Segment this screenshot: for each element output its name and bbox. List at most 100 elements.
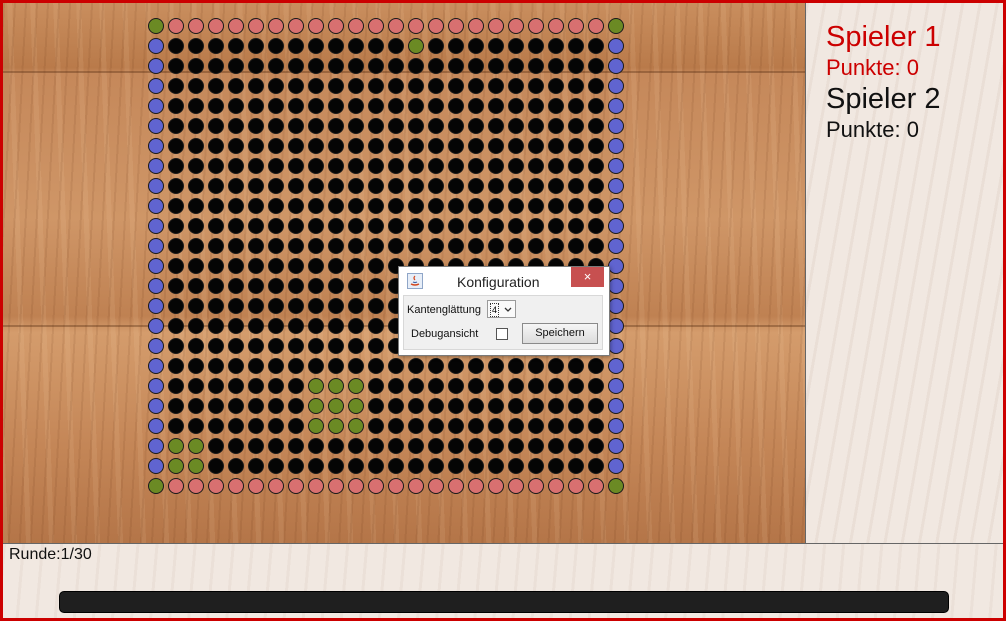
board-cell[interactable] xyxy=(208,258,224,274)
board-cell[interactable] xyxy=(208,58,224,74)
board-cell[interactable] xyxy=(208,378,224,394)
board-cell[interactable] xyxy=(248,298,264,314)
board-cell[interactable] xyxy=(368,78,384,94)
board-cell[interactable] xyxy=(368,238,384,254)
board-cell[interactable] xyxy=(448,138,464,154)
edge-cell-red[interactable] xyxy=(348,18,364,34)
board-cell[interactable] xyxy=(168,218,184,234)
edge-cell-blue[interactable] xyxy=(608,158,624,174)
board-cell[interactable] xyxy=(468,98,484,114)
board-cell[interactable] xyxy=(208,318,224,334)
board-cell[interactable] xyxy=(488,398,504,414)
board-cell[interactable] xyxy=(488,198,504,214)
board-cell[interactable] xyxy=(308,358,324,374)
board-cell[interactable] xyxy=(568,398,584,414)
edge-cell-red[interactable] xyxy=(228,478,244,494)
board-cell[interactable] xyxy=(228,218,244,234)
board-cell[interactable] xyxy=(468,58,484,74)
board-cell[interactable] xyxy=(328,158,344,174)
board-cell[interactable] xyxy=(488,118,504,134)
edge-cell-red[interactable] xyxy=(568,478,584,494)
board-cell[interactable] xyxy=(368,158,384,174)
board-cell[interactable] xyxy=(528,378,544,394)
edge-cell-blue[interactable] xyxy=(148,178,164,194)
board-cell[interactable] xyxy=(348,438,364,454)
edge-cell-blue[interactable] xyxy=(148,298,164,314)
board-cell[interactable] xyxy=(468,158,484,174)
board-cell[interactable] xyxy=(428,238,444,254)
board-cell[interactable] xyxy=(208,138,224,154)
board-cell[interactable] xyxy=(328,178,344,194)
board-cell[interactable] xyxy=(228,238,244,254)
board-cell[interactable] xyxy=(408,118,424,134)
edge-cell-red[interactable] xyxy=(288,18,304,34)
board-cell[interactable] xyxy=(228,378,244,394)
board-cell[interactable] xyxy=(368,138,384,154)
board-cell[interactable] xyxy=(268,58,284,74)
board-cell[interactable] xyxy=(468,78,484,94)
board-cell[interactable] xyxy=(288,38,304,54)
board-cell[interactable] xyxy=(508,378,524,394)
board-cell[interactable] xyxy=(208,218,224,234)
board-cell[interactable] xyxy=(528,78,544,94)
board-cell[interactable] xyxy=(188,358,204,374)
board-cell[interactable] xyxy=(348,58,364,74)
captured-cell[interactable] xyxy=(348,378,364,394)
board-cell[interactable] xyxy=(568,198,584,214)
board-cell[interactable] xyxy=(168,378,184,394)
board-cell[interactable] xyxy=(388,138,404,154)
board-cell[interactable] xyxy=(328,278,344,294)
board-cell[interactable] xyxy=(208,358,224,374)
board-cell[interactable] xyxy=(588,38,604,54)
edge-cell-blue[interactable] xyxy=(148,158,164,174)
edge-cell-red[interactable] xyxy=(568,18,584,34)
captured-cell[interactable] xyxy=(348,418,364,434)
edge-cell-red[interactable] xyxy=(428,18,444,34)
board-cell[interactable] xyxy=(308,258,324,274)
edge-cell-blue[interactable] xyxy=(148,258,164,274)
edge-cell-blue[interactable] xyxy=(148,78,164,94)
board-cell[interactable] xyxy=(388,118,404,134)
captured-cell[interactable] xyxy=(308,378,324,394)
board-cell[interactable] xyxy=(208,158,224,174)
board-cell[interactable] xyxy=(268,438,284,454)
edge-cell-blue[interactable] xyxy=(608,458,624,474)
board-cell[interactable] xyxy=(408,358,424,374)
board-cell[interactable] xyxy=(328,58,344,74)
captured-cell[interactable] xyxy=(188,438,204,454)
edge-cell-red[interactable] xyxy=(268,18,284,34)
board-cell[interactable] xyxy=(528,218,544,234)
board-cell[interactable] xyxy=(268,198,284,214)
board-cell[interactable] xyxy=(168,78,184,94)
edge-cell-red[interactable] xyxy=(448,478,464,494)
board-cell[interactable] xyxy=(388,378,404,394)
edge-cell-blue[interactable] xyxy=(148,38,164,54)
board-cell[interactable] xyxy=(428,418,444,434)
board-cell[interactable] xyxy=(568,138,584,154)
board-cell[interactable] xyxy=(448,358,464,374)
board-cell[interactable] xyxy=(448,178,464,194)
board-cell[interactable] xyxy=(208,438,224,454)
captured-cell[interactable] xyxy=(188,458,204,474)
board-cell[interactable] xyxy=(348,118,364,134)
edge-cell-blue[interactable] xyxy=(608,378,624,394)
board-cell[interactable] xyxy=(328,318,344,334)
board-cell[interactable] xyxy=(248,358,264,374)
board-cell[interactable] xyxy=(508,358,524,374)
edge-cell-blue[interactable] xyxy=(608,198,624,214)
board-cell[interactable] xyxy=(448,158,464,174)
board-cell[interactable] xyxy=(528,58,544,74)
board-cell[interactable] xyxy=(288,418,304,434)
board-cell[interactable] xyxy=(248,458,264,474)
board-cell[interactable] xyxy=(388,78,404,94)
board-cell[interactable] xyxy=(188,98,204,114)
board-cell[interactable] xyxy=(248,438,264,454)
board-cell[interactable] xyxy=(548,198,564,214)
board-cell[interactable] xyxy=(508,98,524,114)
edge-cell-blue[interactable] xyxy=(148,278,164,294)
edge-cell-red[interactable] xyxy=(468,478,484,494)
board-cell[interactable] xyxy=(228,278,244,294)
board-cell[interactable] xyxy=(208,278,224,294)
board-cell[interactable] xyxy=(288,278,304,294)
board-cell[interactable] xyxy=(548,78,564,94)
